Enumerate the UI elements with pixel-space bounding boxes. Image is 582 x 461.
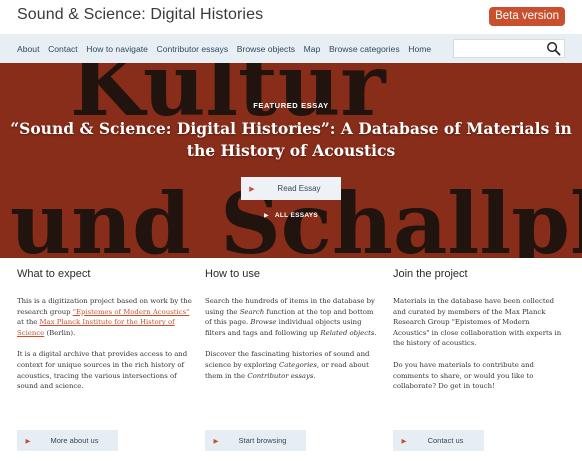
site-header: Sound & Science: Digital Histories Beta … [0,0,582,34]
triangle-right-icon: ▶ [264,213,269,219]
site-title[interactable]: Sound & Science: Digital Histories [17,6,263,24]
column-paragraph: This is a digitization project based on … [17,297,192,337]
featured-essay-hero: Kultur und Schallplatte FEATURED ESSAY “… [0,63,582,258]
nav-browse-categories[interactable]: Browse categories [329,44,400,54]
column-heading: Join the project [393,268,468,280]
contact-us-label: Contact us [427,436,464,445]
column-join-the-project: Join the project Materials in the databa… [393,268,568,403]
read-essay-button[interactable]: ▶ Read Essay [241,177,341,200]
start-browsing-button[interactable]: ▶ Start browsing [205,430,306,451]
nav-about[interactable]: About [17,44,39,54]
column-paragraph: It is a digital archive that provides ac… [17,350,188,391]
nav-home[interactable]: Home [408,44,431,54]
search-icon[interactable] [546,41,561,56]
column-paragraph: Materials in the database have been coll… [393,297,562,348]
more-about-us-button[interactable]: ▶ More about us [17,430,118,451]
play-arrow-icon: ▶ [25,437,31,445]
all-essays-label: ALL ESSAYS [274,212,319,219]
nav-browse-objects[interactable]: Browse objects [237,44,295,54]
contact-us-button[interactable]: ▶ Contact us [393,430,484,451]
play-arrow-icon: ▶ [213,437,219,445]
featured-essay-label: FEATURED ESSAY [253,101,329,110]
epistemes-link[interactable]: "Epistemes of Modern Acoustics" [73,308,190,316]
nav-contact[interactable]: Contact [48,44,78,54]
search-box [453,39,565,58]
column-heading: How to use [205,268,261,280]
column-how-to-use: How to use Search the hundreds of items … [205,268,380,392]
featured-essay-title[interactable]: “Sound & Science: Digital Histories”: A … [0,118,582,162]
column-paragraph: Search the hundreds of items in the data… [205,297,377,337]
nav-contributor-essays[interactable]: Contributor essays [157,44,229,54]
beta-badge: Beta version [489,7,565,26]
more-about-us-label: More about us [50,436,99,445]
all-essays-link[interactable]: ▶ ALL ESSAYS [264,212,318,219]
mpiwg-link[interactable]: Max Planck Institute for the History of … [17,318,175,337]
play-arrow-icon: ▶ [249,185,255,193]
read-essay-label: Read Essay [277,184,321,193]
main-nav: About Contact How to navigate Contributo… [0,34,582,63]
column-paragraph: Discover the fascinating histories of so… [205,350,370,380]
nav-map[interactable]: Map [304,44,321,54]
search-input[interactable] [457,41,545,56]
play-arrow-icon: ▶ [401,437,407,445]
column-paragraph: Do you have materials to contribute and … [393,360,534,391]
start-browsing-label: Start browsing [238,436,287,445]
nav-how-to-navigate[interactable]: How to navigate [86,44,148,54]
column-what-to-expect: What to expect This is a digitization pr… [17,268,192,403]
column-heading: What to expect [17,268,91,280]
